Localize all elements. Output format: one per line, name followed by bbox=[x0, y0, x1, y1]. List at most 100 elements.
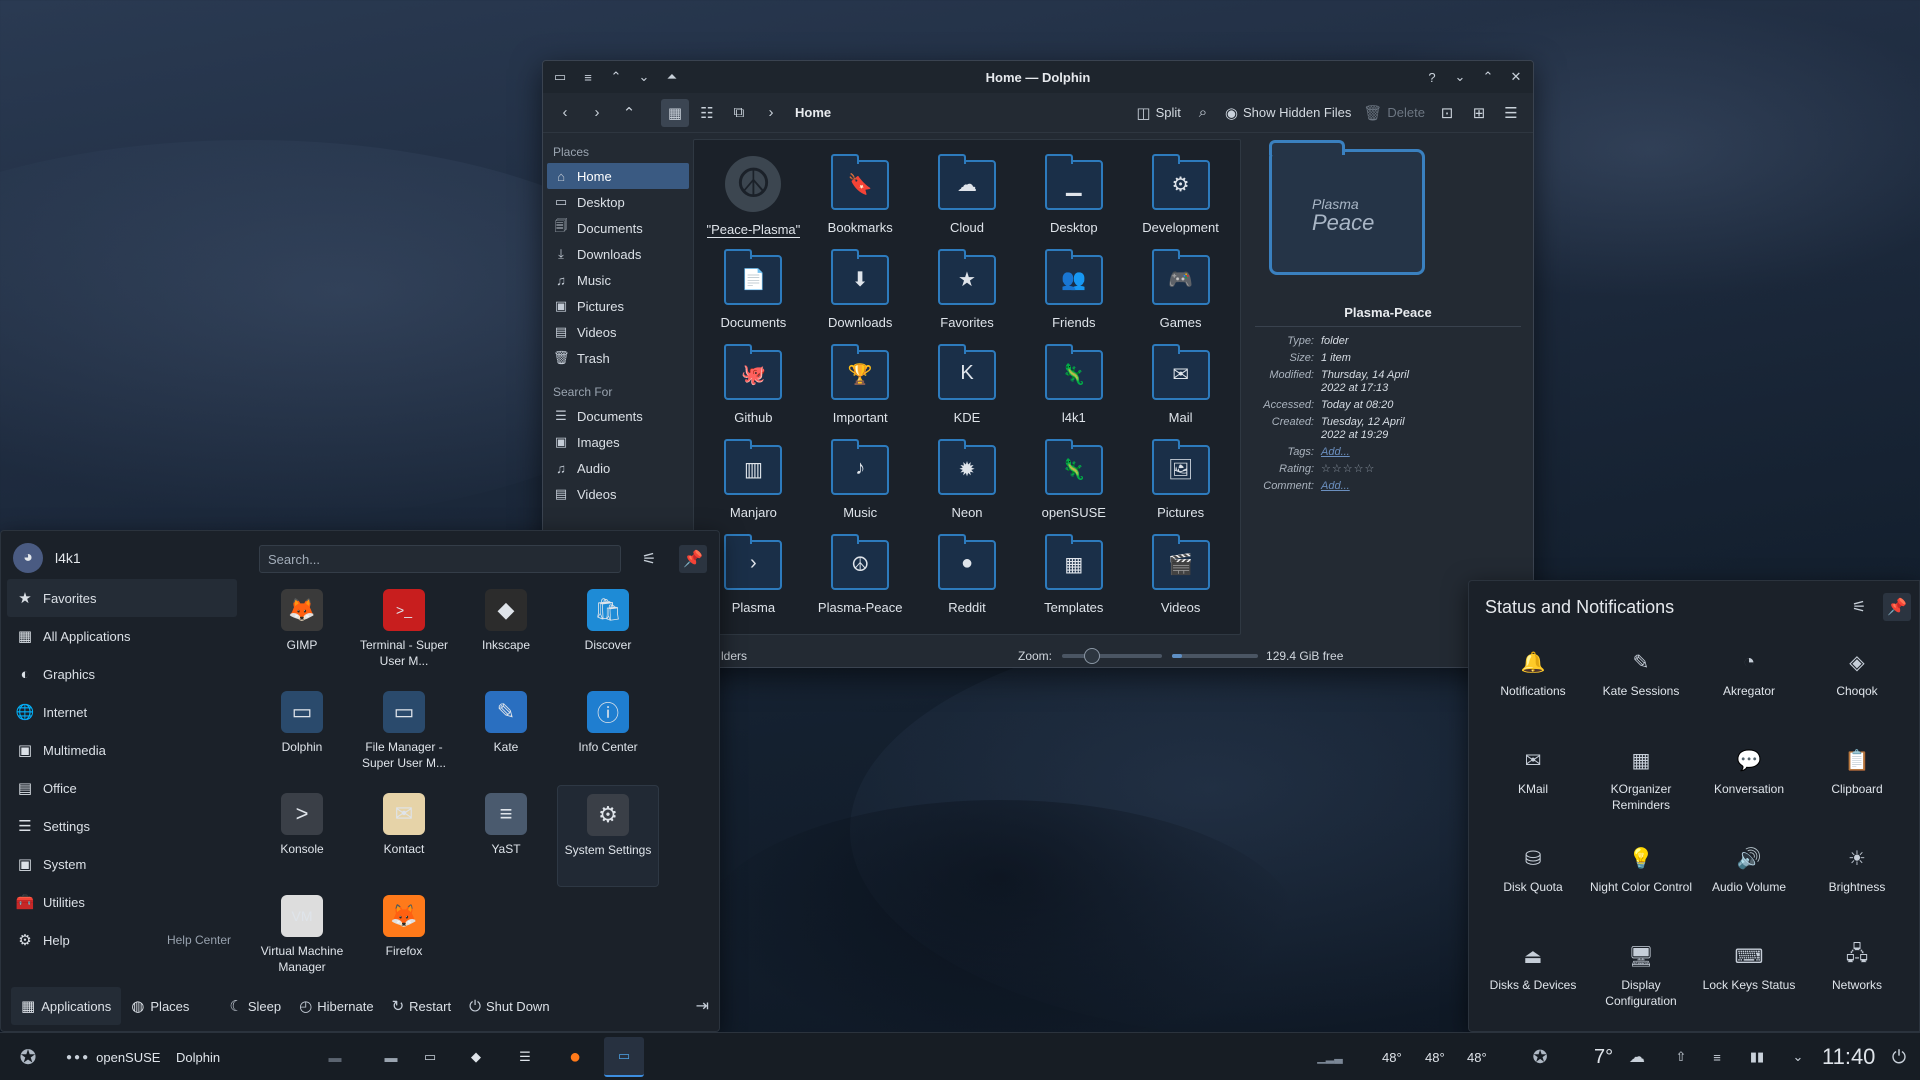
places-item-home[interactable]: ⌂ Home bbox=[547, 163, 689, 189]
app-discover[interactable]: 🛍 Discover bbox=[557, 581, 659, 683]
shutdown-button[interactable]: ⏻ Shut Down bbox=[469, 998, 549, 1015]
power-icon[interactable]: ⏻ bbox=[1886, 1037, 1912, 1077]
shade-icon[interactable]: ⏶ bbox=[661, 66, 683, 88]
places-item-desktop[interactable]: ▭ Desktop bbox=[547, 189, 689, 215]
app-konsole[interactable]: > Konsole bbox=[251, 785, 353, 887]
clock[interactable]: 11:40 bbox=[1822, 1037, 1875, 1077]
file-item[interactable]: ☮ Plasma-Peace bbox=[807, 526, 914, 621]
file-item[interactable]: 🖼 Pictures bbox=[1127, 431, 1234, 526]
file-item[interactable]: ● Reddit bbox=[914, 526, 1021, 621]
tags-add-link[interactable]: Add... bbox=[1321, 446, 1431, 459]
search-icon[interactable]: ⌕ bbox=[1189, 99, 1217, 127]
file-item[interactable]: 🦎 l4k1 bbox=[1020, 336, 1127, 431]
maximize-button[interactable]: ⌃ bbox=[1477, 66, 1499, 88]
app-kontact[interactable]: ✉ Kontact bbox=[353, 785, 455, 887]
window-menu-icon[interactable]: ▭ bbox=[549, 66, 571, 88]
weather-temperature[interactable]: 7° bbox=[1594, 1037, 1613, 1077]
help-button[interactable]: ? bbox=[1421, 66, 1443, 88]
app-info-center[interactable]: ⓘ Info Center bbox=[557, 683, 659, 785]
applications-tab[interactable]: ▦ Applications bbox=[11, 987, 122, 1025]
app-inkscape[interactable]: ◆ Inkscape bbox=[455, 581, 557, 683]
dolphin-task-icon[interactable]: ▭ bbox=[604, 1037, 644, 1077]
app-kate[interactable]: ✎ Kate bbox=[455, 683, 557, 785]
category-graphics[interactable]: ◐ Graphics bbox=[7, 655, 237, 693]
app-system-settings[interactable]: ⚙ System Settings bbox=[557, 785, 659, 887]
details-view-icon[interactable]: ⧉ bbox=[725, 99, 753, 127]
category-multimedia[interactable]: ▣ Multimedia bbox=[7, 731, 237, 769]
tray-item-audio-volume[interactable]: 🔊 Audio Volume bbox=[1695, 837, 1803, 935]
leave-icon[interactable]: ⇥ bbox=[696, 996, 709, 1016]
hamburger-icon[interactable]: ≡ bbox=[577, 66, 599, 88]
tray-item-notifications[interactable]: 🔔 Notifications bbox=[1479, 641, 1587, 739]
minimize-button[interactable]: ⌄ bbox=[1449, 66, 1471, 88]
file-item[interactable]: K KDE bbox=[914, 336, 1021, 431]
clipboard-icon[interactable]: ▮▮ bbox=[1744, 1037, 1770, 1077]
tray-item-lock-keys-status[interactable]: ⌨ Lock Keys Status bbox=[1695, 935, 1803, 1033]
up-icon[interactable]: ⌃ bbox=[615, 99, 643, 127]
file-item[interactable]: 🦎 openSUSE bbox=[1020, 431, 1127, 526]
inkscape-task-icon[interactable]: ◆ bbox=[456, 1037, 496, 1077]
keep-below-icon[interactable]: ⌄ bbox=[633, 66, 655, 88]
tray-item-choqok[interactable]: ◈ Choqok bbox=[1803, 641, 1911, 739]
tray-item-brightness[interactable]: ☀ Brightness bbox=[1803, 837, 1911, 935]
file-item[interactable]: ▥ Manjaro bbox=[700, 431, 807, 526]
rating-stars[interactable]: ☆☆☆☆☆ bbox=[1321, 463, 1431, 476]
title-bar[interactable]: ▭ ≡ ⌃ ⌄ ⏶ Home — Dolphin ? ⌄ ⌃ ✕ bbox=[543, 61, 1533, 93]
hibernate-button[interactable]: ◴ Hibernate bbox=[299, 997, 373, 1015]
places-item-pictures[interactable]: ▣ Pictures bbox=[547, 293, 689, 319]
tray-expand-icon[interactable]: ⌄ bbox=[1786, 1037, 1810, 1077]
tray-item-disks-devices[interactable]: ⏏ Disks & Devices bbox=[1479, 935, 1587, 1033]
cloud-icon[interactable]: ☁ bbox=[1624, 1037, 1650, 1077]
show-desktop-icon[interactable]: ▭ bbox=[418, 1037, 442, 1077]
file-item[interactable]: 🎬 Videos bbox=[1127, 526, 1234, 621]
zoom-slider[interactable] bbox=[1062, 648, 1163, 664]
category-system[interactable]: ▣ System bbox=[7, 845, 237, 883]
menu-icon[interactable]: ☰ bbox=[1497, 99, 1525, 127]
kde-connect-icon[interactable]: ✪ bbox=[1524, 1037, 1556, 1077]
system-settings-task-icon[interactable]: ☰ bbox=[505, 1037, 545, 1077]
app-virtual-machine-manager[interactable]: VM Virtual Machine Manager bbox=[251, 887, 353, 989]
pin-icon[interactable]: 📌 bbox=[679, 545, 707, 573]
updates-icon[interactable]: ⇧ bbox=[1668, 1037, 1694, 1077]
tray-item-networks[interactable]: 🖧 Networks bbox=[1803, 935, 1911, 1033]
sleep-button[interactable]: ☾ Sleep bbox=[229, 997, 281, 1015]
avatar[interactable]: ◕ bbox=[13, 543, 43, 573]
search-item-videos[interactable]: ▤ Videos bbox=[547, 481, 689, 507]
split-button[interactable]: ◫ Split bbox=[1132, 99, 1184, 127]
brightness-slider-icon[interactable]: ▬ bbox=[366, 1037, 416, 1077]
close-button[interactable]: ✕ bbox=[1505, 66, 1527, 88]
back-icon[interactable]: ‹ bbox=[551, 99, 579, 127]
kde-launcher-icon[interactable]: ✪ bbox=[8, 1037, 48, 1077]
select-all-icon[interactable]: ⊞ bbox=[1465, 99, 1493, 127]
app-terminal-super-user-m-[interactable]: >_ Terminal - Super User M... bbox=[353, 581, 455, 683]
places-item-videos[interactable]: ▤ Videos bbox=[547, 319, 689, 345]
file-item[interactable]: ▦ Templates bbox=[1020, 526, 1127, 621]
firefox-task-icon[interactable]: ● bbox=[555, 1037, 595, 1077]
category-internet[interactable]: 🌐 Internet bbox=[7, 693, 237, 731]
app-firefox[interactable]: 🦊 Firefox bbox=[353, 887, 455, 989]
tray-item-konversation[interactable]: 💬 Konversation bbox=[1695, 739, 1803, 837]
tray-item-kate-sessions[interactable]: ✎ Kate Sessions bbox=[1587, 641, 1695, 739]
file-item[interactable]: 👥 Friends bbox=[1020, 241, 1127, 336]
app-gimp[interactable]: 🦊 GIMP bbox=[251, 581, 353, 683]
category-office[interactable]: ▤ Office bbox=[7, 769, 237, 807]
tray-item-korganizer-reminders[interactable]: ▦ KOrganizer Reminders bbox=[1587, 739, 1695, 837]
category-settings[interactable]: ☰ Settings bbox=[7, 807, 237, 845]
file-item[interactable]: ✹ Neon bbox=[914, 431, 1021, 526]
tray-item-display-configuration[interactable]: 🖥 Display Configuration bbox=[1587, 935, 1695, 1033]
file-item[interactable]: 🔖 Bookmarks bbox=[807, 146, 914, 241]
configure-icon[interactable]: ⚟ bbox=[1845, 593, 1873, 621]
select-icon[interactable]: ⊡ bbox=[1433, 99, 1461, 127]
tray-item-kmail[interactable]: ✉ KMail bbox=[1479, 739, 1587, 837]
file-item[interactable]: ☮ "Peace-Plasma" bbox=[700, 146, 807, 241]
pager[interactable]: ●●● openSUSE bbox=[66, 1037, 160, 1077]
network-icon[interactable]: ≡ bbox=[1704, 1037, 1730, 1077]
forward-icon[interactable]: › bbox=[583, 99, 611, 127]
volume-slider-icon[interactable]: ▬ bbox=[310, 1037, 360, 1077]
tray-item-akregator[interactable]: ◔ Akregator bbox=[1695, 641, 1803, 739]
file-item[interactable]: ★ Favorites bbox=[914, 241, 1021, 336]
delete-button[interactable]: 🗑 Delete bbox=[1359, 99, 1429, 127]
app-dolphin[interactable]: ▭ Dolphin bbox=[251, 683, 353, 785]
keep-above-icon[interactable]: ⌃ bbox=[605, 66, 627, 88]
show-hidden-files-button[interactable]: ◉ Show Hidden Files bbox=[1221, 99, 1355, 127]
